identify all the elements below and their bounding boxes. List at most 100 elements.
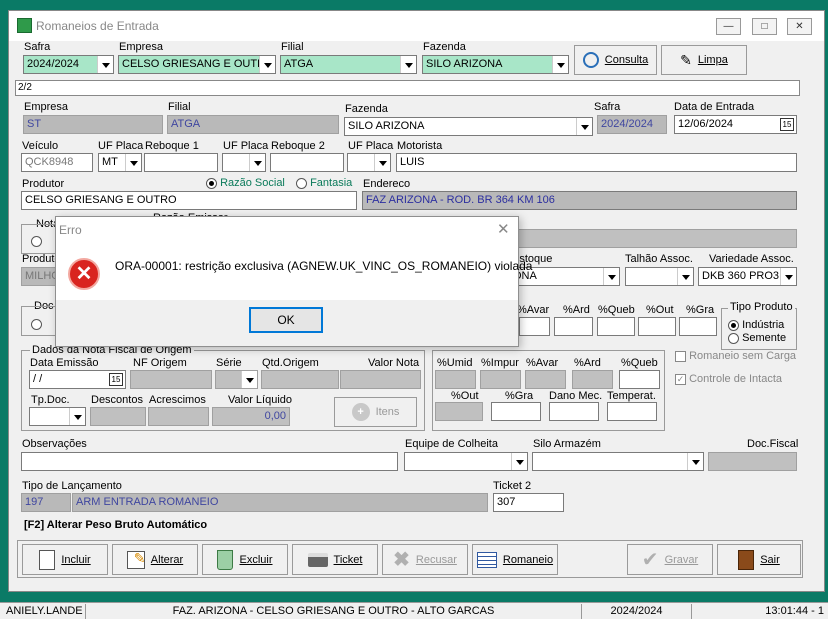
semente-label: Semente [742, 332, 787, 344]
maximize-button[interactable]: □ [752, 18, 777, 35]
ard-field[interactable] [554, 317, 593, 336]
ticket-button[interactable]: Ticket [292, 544, 378, 575]
veiculo-field[interactable]: QCK8948 [21, 153, 93, 172]
semente-option[interactable]: Semente [728, 332, 786, 344]
data-entrada-field[interactable]: 12/06/2024 15 [674, 115, 797, 134]
romaneio-label: Romaneio [502, 553, 554, 566]
tp-doc-select[interactable] [29, 407, 86, 426]
status-safra: 2024/2024 [582, 604, 692, 619]
dano-label: Dano Mec. [549, 390, 603, 402]
reboque2-label: Reboque 2 [271, 140, 325, 152]
nota-radio[interactable] [31, 235, 42, 247]
uf-placa-select[interactable]: MT [98, 153, 142, 172]
dialog-close-icon[interactable]: ✕ [497, 220, 510, 238]
tipo-produto-group: Tipo Produto Indústria Semente [721, 301, 797, 350]
silo-select[interactable] [532, 452, 704, 471]
window-title: Romaneios de Entrada [36, 19, 159, 33]
calendar-icon[interactable]: 15 [109, 373, 123, 386]
gra2-field[interactable] [491, 402, 541, 421]
record-counter: 2/2 [18, 82, 32, 93]
impur-label: %Impur [481, 357, 519, 369]
industria-radio[interactable] [728, 319, 739, 331]
queb-field[interactable] [597, 317, 635, 336]
serie-select[interactable] [215, 370, 258, 389]
doc-fiscal-label: Doc.Fiscal [747, 438, 799, 450]
fantasia-option[interactable]: Fantasia [296, 177, 352, 189]
list-icon [476, 551, 497, 568]
qtd-origem-label: Qtd.Origem [262, 357, 319, 369]
empresa-label: Empresa [24, 101, 69, 113]
observacoes-field[interactable] [21, 452, 398, 471]
queb2-field[interactable] [619, 370, 660, 389]
motorista-field[interactable]: LUIS [396, 153, 797, 172]
variedade-select[interactable]: DKB 360 PRO3 [698, 267, 797, 286]
uf-placa2-select[interactable] [222, 153, 266, 172]
close-button[interactable]: ✕ [787, 18, 812, 35]
doc-radio[interactable] [31, 318, 42, 330]
recusar-label: Recusar [415, 553, 457, 566]
incluir-button[interactable]: Incluir [22, 544, 108, 575]
equipe-select[interactable] [404, 452, 528, 471]
romaneio-sem-carga-checkbox[interactable] [675, 350, 686, 362]
razao-social-option[interactable]: Razão Social [206, 177, 285, 189]
filter-fazenda-select[interactable]: SILO ARIZONA [422, 55, 569, 74]
romaneio-sem-carga-option[interactable]: Romaneio sem Carga [675, 350, 796, 362]
chevron-down-icon [603, 268, 619, 285]
limpa-button[interactable]: ✎ Limpa [661, 45, 747, 75]
recusar-button[interactable]: ✖ Recusar [382, 544, 468, 575]
razao-social-radio[interactable] [206, 177, 217, 189]
tp-doc-label: Tp.Doc. [31, 394, 70, 406]
reboque2-field[interactable] [270, 153, 344, 172]
chevron-down-icon [249, 154, 265, 171]
out-field[interactable] [638, 317, 676, 336]
produtor-field[interactable]: CELSO GRIESANG E OUTRO [21, 191, 357, 210]
minimize-button[interactable]: — [716, 18, 741, 35]
variedade-value: DKB 360 PRO3 [702, 270, 780, 282]
filter-filial-select[interactable]: ATGA [280, 55, 417, 74]
chevron-down-icon [125, 154, 141, 171]
consulta-label: Consulta [604, 54, 649, 66]
fazenda-select[interactable]: SILO ARIZONA [344, 117, 593, 136]
ticket2-field[interactable]: 307 [493, 493, 564, 512]
temperat-field[interactable] [607, 402, 657, 421]
semente-radio[interactable] [728, 332, 739, 344]
dano-field[interactable] [549, 402, 599, 421]
excluir-button[interactable]: Excluir [202, 544, 288, 575]
romaneio-button[interactable]: Romaneio [472, 544, 558, 575]
industria-option[interactable]: Indústria [728, 319, 784, 331]
avar-field[interactable] [519, 317, 550, 336]
variedade-label: Variedade Assoc. [709, 253, 794, 265]
gravar-button[interactable]: ✔ Gravar [627, 544, 713, 575]
data-emissao-field[interactable]: / / 15 [29, 370, 126, 389]
controle-intacta-checkbox[interactable]: ✓ [675, 373, 686, 385]
filter-filial-label: Filial [281, 41, 304, 53]
nf-origem-label: NF Origem [133, 357, 187, 369]
valor-liquido-field: 0,00 [212, 407, 290, 426]
calendar-icon[interactable]: 15 [780, 118, 794, 131]
uf-placa3-select[interactable] [347, 153, 391, 172]
queb2-label: %Queb [621, 357, 658, 369]
data-emissao-label: Data Emissão [30, 357, 99, 369]
romaneio-sem-carga-label: Romaneio sem Carga [689, 350, 797, 362]
sair-label: Sair [760, 553, 780, 566]
safra-field: 2024/2024 [597, 115, 667, 134]
filter-safra-select[interactable]: 2024/2024 [23, 55, 114, 74]
controle-intacta-option[interactable]: ✓ Controle de Intacta [675, 373, 782, 385]
fantasia-radio[interactable] [296, 177, 307, 189]
error-icon: ✕ [68, 258, 100, 290]
itens-button[interactable]: + Itens [334, 397, 417, 427]
alterar-button[interactable]: ✎ Alterar [112, 544, 198, 575]
filter-empresa-label: Empresa [119, 41, 164, 53]
printer-icon [307, 552, 328, 567]
consulta-button[interactable]: Consulta [574, 45, 657, 75]
filial-label: Filial [168, 101, 191, 113]
out2-label: %Out [451, 390, 479, 402]
reboque1-field[interactable] [144, 153, 218, 172]
sair-button[interactable]: Sair [717, 544, 801, 575]
filter-empresa-select[interactable]: CELSO GRIESANG E OUTRO [118, 55, 276, 74]
ok-button[interactable]: OK [249, 307, 323, 333]
reboque1-label: Reboque 1 [145, 140, 199, 152]
gra-field[interactable] [679, 317, 717, 336]
talhao-select[interactable] [625, 267, 694, 286]
avar2-field [525, 370, 566, 389]
